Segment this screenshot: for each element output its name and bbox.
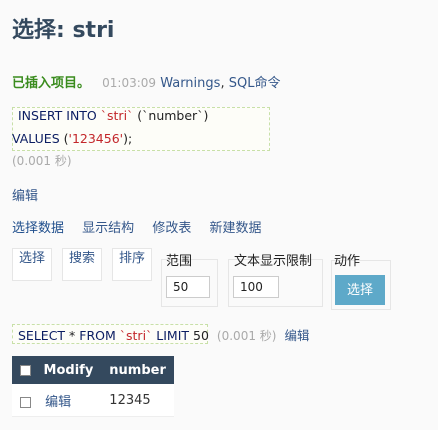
query-table-name: `stri` — [119, 328, 153, 343]
column-header-modify-label: Modify — [43, 362, 94, 378]
sql-insert-line: INSERT INTO `stri` (`number`) — [18, 108, 208, 123]
warnings-link[interactable]: Warnings — [160, 76, 220, 91]
sort-label[interactable]: 排序 — [119, 251, 145, 266]
limit-input[interactable] — [166, 276, 210, 298]
query-keyword-limit: LIMIT — [156, 328, 190, 343]
page-title: 选择: stri — [12, 18, 115, 43]
tab-select-data[interactable]: 选择数据 — [12, 221, 64, 236]
sql-table-name: `stri` — [100, 108, 134, 123]
sql-column-list: (`number`) — [137, 108, 209, 123]
tab-show-structure[interactable]: 显示结构 — [82, 221, 134, 236]
query-duration: (0.001 秒) — [216, 329, 277, 343]
row-edit-link[interactable]: 编辑 — [45, 395, 71, 410]
sql-value: '123456' — [68, 131, 124, 146]
row-modify-cell: 编辑 — [12, 384, 102, 417]
sql-keyword-insert: INSERT INTO — [18, 108, 97, 123]
sort-toggle[interactable]: 排序 — [112, 248, 152, 281]
query-limit-value: 50 — [193, 328, 209, 343]
tab-alter-table[interactable]: 修改表 — [152, 221, 191, 236]
row-checkbox[interactable] — [20, 396, 31, 408]
message-time: 01:03:09 — [102, 76, 157, 90]
message-separator: , — [220, 76, 225, 91]
query-edit-link[interactable]: 编辑 — [284, 328, 309, 343]
query-keyword-from: FROM — [79, 328, 116, 343]
text-length-input[interactable] — [233, 276, 279, 298]
results-header-row: Modify number — [12, 356, 174, 384]
query-keyword-select: SELECT — [18, 328, 66, 343]
table-tabs: 选择数据 显示结构 修改表 新建数据 — [12, 217, 275, 236]
sql-values-line: VALUES ('123456'); — [12, 131, 132, 146]
select-submit-button[interactable]: 选择 — [335, 275, 385, 305]
column-header-number[interactable]: number — [101, 356, 174, 384]
results-table: Modify number 编辑 12345 — [12, 356, 174, 417]
text-length-label: 文本显示限制 — [234, 254, 313, 269]
column-header-modify: Modify — [12, 356, 102, 384]
edit-link[interactable]: 编辑 — [12, 185, 38, 204]
select-query-line: SELECT * FROM `stri` LIMIT 50 (0.001 秒) … — [18, 325, 309, 344]
action-label: 动作 — [334, 254, 361, 269]
sql-duration: (0.001 秒) — [12, 154, 72, 168]
search-label[interactable]: 搜索 — [69, 251, 95, 266]
query-star: * — [69, 328, 76, 343]
search-toggle[interactable]: 搜索 — [62, 248, 102, 281]
select-all-checkbox[interactable] — [20, 364, 31, 376]
sql-command-link[interactable]: SQL命令 — [229, 76, 281, 91]
status-message: 已插入项目。 01:03:09 Warnings, SQL命令 — [12, 72, 280, 91]
tab-new-item[interactable]: 新建数据 — [209, 221, 261, 236]
sql-keyword-values: VALUES — [12, 131, 60, 146]
success-message: 已插入项目。 — [12, 76, 91, 91]
sql-values-close: ); — [123, 131, 133, 146]
select-columns-label[interactable]: 选择 — [19, 251, 45, 266]
row-number-cell: 12345 — [101, 384, 174, 417]
select-columns-toggle[interactable]: 选择 — [12, 248, 52, 281]
table-row: 编辑 12345 — [12, 384, 174, 417]
limit-label: 范围 — [166, 254, 193, 269]
